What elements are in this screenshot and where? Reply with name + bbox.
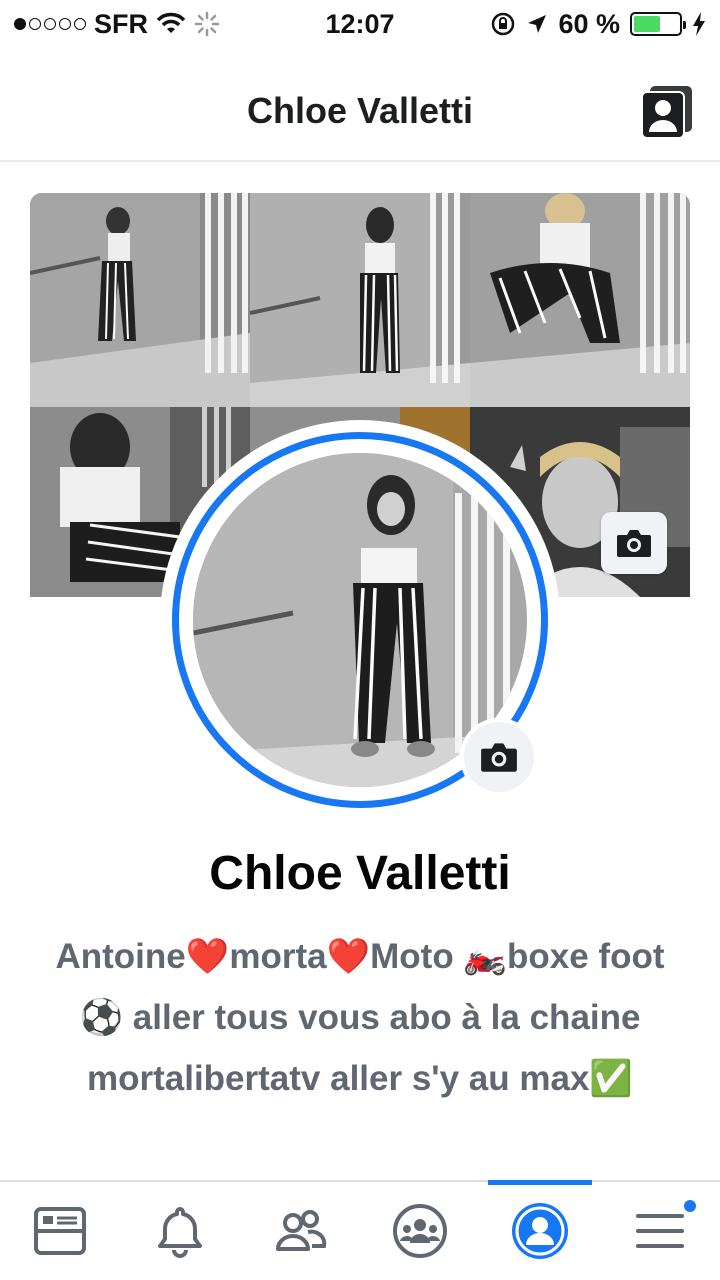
menu-badge-dot xyxy=(682,1198,698,1214)
profile-header: Chloe Valletti xyxy=(0,62,720,162)
tab-news-feed[interactable] xyxy=(0,1182,120,1280)
battery-level xyxy=(634,16,661,32)
cover-photo-tile xyxy=(30,193,250,407)
loading-spinner-icon xyxy=(194,11,220,37)
orientation-lock-icon xyxy=(492,12,515,36)
status-time: 12:07 xyxy=(325,8,395,39)
tab-friends[interactable] xyxy=(240,1182,360,1280)
notifications-bell-icon xyxy=(158,1207,202,1258)
page-title: Chloe Valletti xyxy=(246,90,474,131)
profile-bio: Antoine❤️morta❤️Moto 🏍️boxe foot ⚽ aller… xyxy=(55,937,665,1098)
cover-camera-button[interactable] xyxy=(601,512,667,574)
location-arrow-icon xyxy=(528,15,547,33)
status-bar: SFR 12:07 60 % xyxy=(0,0,720,48)
menu-icon xyxy=(636,1214,684,1248)
profile-name: Chloe Valletti xyxy=(209,847,511,900)
wifi-icon xyxy=(156,12,186,33)
tab-profile[interactable] xyxy=(480,1180,600,1280)
battery-percent: 60 % xyxy=(558,8,620,39)
tab-menu[interactable] xyxy=(600,1182,720,1280)
profile-icon xyxy=(512,1203,568,1259)
status-right: 60 % xyxy=(446,9,706,40)
camera-icon xyxy=(481,743,517,772)
photo-album-icon[interactable] xyxy=(640,84,694,140)
avatar-camera-button[interactable] xyxy=(460,718,538,796)
charging-bolt-icon xyxy=(693,12,705,36)
signal-strength-icon xyxy=(14,18,86,30)
friends-icon xyxy=(276,1210,327,1251)
cover-photo-tile xyxy=(470,193,690,407)
news-feed-icon xyxy=(34,1207,86,1255)
groups-icon xyxy=(393,1204,447,1258)
battery-icon xyxy=(630,12,686,36)
camera-icon xyxy=(617,530,651,557)
tab-groups[interactable] xyxy=(360,1182,480,1280)
bottom-tab-bar xyxy=(0,1180,720,1280)
status-left: SFR xyxy=(14,9,274,40)
cover-photo-tile xyxy=(250,193,470,407)
carrier-label: SFR xyxy=(94,8,148,39)
tab-notifications[interactable] xyxy=(120,1182,240,1280)
